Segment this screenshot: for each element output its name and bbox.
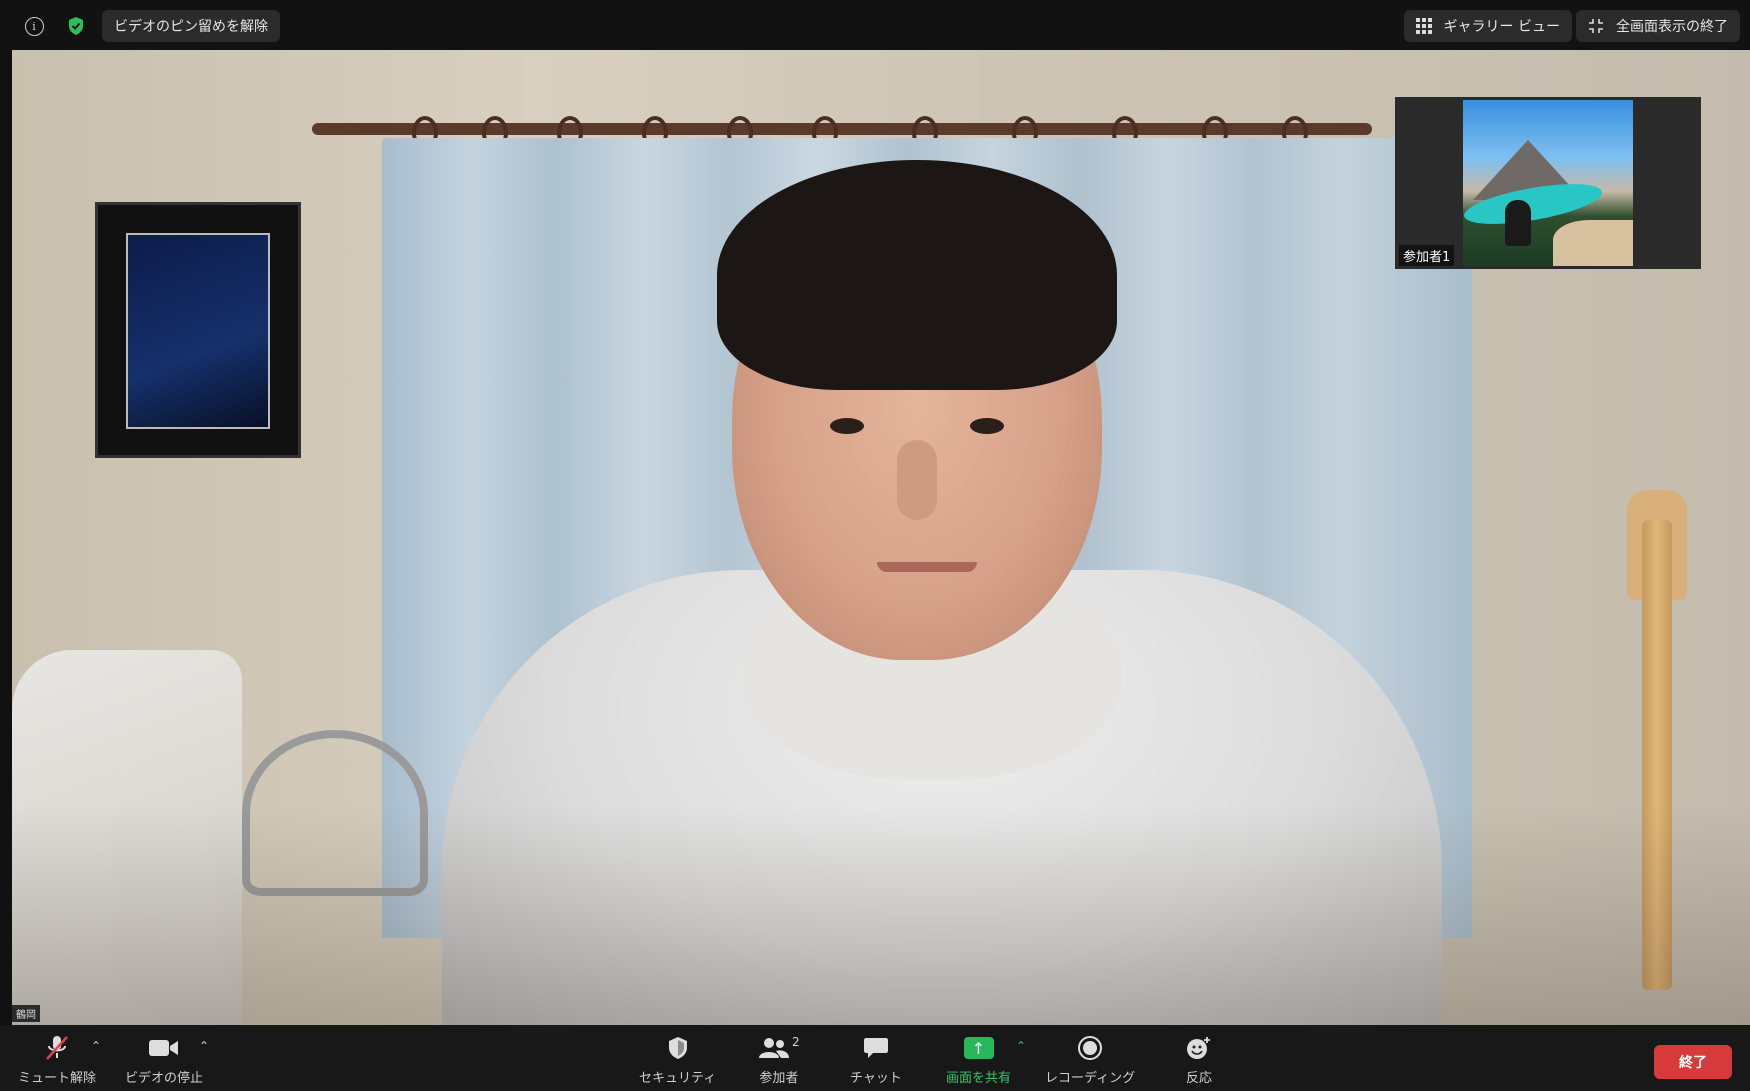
security-button[interactable]: セキュリティ bbox=[639, 1033, 716, 1086]
wall-picture bbox=[95, 202, 301, 458]
audio-options-caret[interactable]: ⌃ bbox=[91, 1039, 101, 1053]
person-hair bbox=[717, 160, 1117, 390]
record-icon bbox=[1078, 1036, 1103, 1060]
video-options-caret[interactable]: ⌃ bbox=[199, 1039, 209, 1053]
meeting-toolbar: ミュート解除 ⌃ ビデオの停止 ⌃ セキュリティ 2 参加者 チャット ↑ 画面… bbox=[0, 1025, 1750, 1091]
stop-video-label: ビデオの停止 bbox=[125, 1071, 204, 1086]
top-bar: i ビデオのピン留めを解除 ギャラリー ビュー 全画面表示の終了 bbox=[0, 0, 1750, 50]
mic-muted-icon bbox=[46, 1036, 68, 1060]
stop-video-button[interactable]: ビデオの停止 bbox=[125, 1033, 203, 1086]
self-name-label: 鶴岡 bbox=[12, 1005, 40, 1022]
gallery-view-label: ギャラリー ビュー bbox=[1443, 19, 1560, 35]
info-icon: i bbox=[24, 16, 44, 36]
reactions-button[interactable]: 反応 bbox=[1185, 1033, 1213, 1086]
share-screen-label: 画面を共有 bbox=[946, 1071, 1012, 1086]
unmute-button[interactable]: ミュート解除 bbox=[18, 1033, 96, 1086]
security-status-button[interactable] bbox=[60, 10, 92, 42]
camera-icon bbox=[149, 1040, 178, 1056]
reaction-emoji-icon bbox=[1187, 1037, 1210, 1059]
exit-fullscreen-icon bbox=[1589, 19, 1603, 33]
share-screen-icon: ↑ bbox=[963, 1037, 994, 1059]
security-shield-icon bbox=[668, 1037, 687, 1059]
unmute-label: ミュート解除 bbox=[18, 1071, 97, 1086]
unpin-video-label: ビデオのピン留めを解除 bbox=[114, 19, 268, 35]
participants-label: 参加者 bbox=[759, 1071, 799, 1086]
exit-fullscreen-button[interactable]: 全画面表示の終了 bbox=[1576, 10, 1740, 42]
participant-virtual-background bbox=[1463, 100, 1633, 266]
participant-name-label: 参加者1 bbox=[1399, 245, 1455, 266]
chat-label: チャット bbox=[850, 1071, 902, 1086]
record-label: レコーディング bbox=[1045, 1071, 1136, 1086]
meeting-info-button[interactable]: i bbox=[18, 10, 50, 42]
participants-icon bbox=[759, 1038, 789, 1058]
person-left-eye bbox=[830, 418, 864, 434]
end-meeting-button[interactable]: 終了 bbox=[1654, 1045, 1732, 1079]
participants-count-badge: 2 bbox=[792, 1035, 800, 1049]
gallery-view-button[interactable]: ギャラリー ビュー bbox=[1403, 10, 1572, 42]
security-label: セキュリティ bbox=[639, 1071, 717, 1086]
person-right-eye bbox=[970, 418, 1004, 434]
reactions-label: 反応 bbox=[1185, 1071, 1212, 1086]
share-screen-button[interactable]: ↑ 画面を共有 bbox=[946, 1033, 1011, 1086]
participant-thumbnail[interactable]: 参加者1 bbox=[1395, 97, 1701, 269]
end-meeting-label: 終了 bbox=[1679, 1055, 1707, 1071]
chat-bubble-icon bbox=[863, 1038, 888, 1058]
grid-icon bbox=[1415, 18, 1432, 34]
record-button[interactable]: レコーディング bbox=[1045, 1033, 1135, 1086]
exit-fullscreen-label: 全画面表示の終了 bbox=[1616, 19, 1728, 35]
chat-button[interactable]: チャット bbox=[850, 1033, 902, 1086]
share-options-caret[interactable]: ⌃ bbox=[1016, 1039, 1026, 1053]
person-mouth bbox=[877, 562, 977, 572]
unpin-video-button[interactable]: ビデオのピン留めを解除 bbox=[102, 10, 280, 42]
shield-check-icon bbox=[69, 17, 83, 35]
participants-button[interactable]: 2 参加者 bbox=[758, 1033, 800, 1086]
person-nose bbox=[897, 440, 937, 520]
